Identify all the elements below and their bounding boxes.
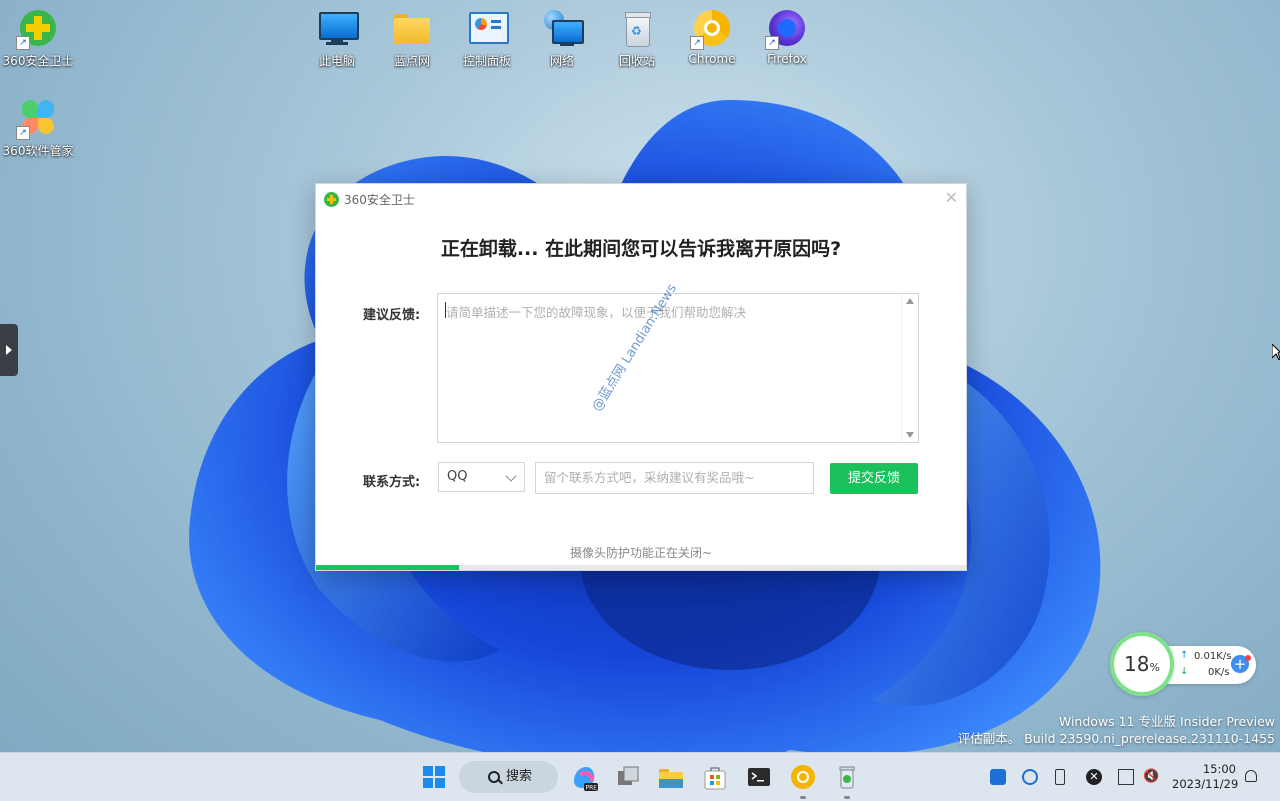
windows-build-watermark: Windows 11 专业版 Insider Preview 评估副本。 Bui… <box>958 713 1275 747</box>
notification-bell-icon[interactable] <box>1245 770 1257 782</box>
desktop-icon-label: 蓝点网 <box>393 54 430 68</box>
memory-percent: 18 <box>1124 652 1150 676</box>
speed-widget[interactable]: ↑ 0.01K/s ↓ 0K/s + 18% <box>1110 632 1260 696</box>
desktop-icon-this-pc[interactable]: 此电脑 <box>300 2 374 69</box>
uninstall-status-text: 摄像头防护功能正在关闭~ <box>569 546 713 560</box>
desktop-icon-label: 360软件管家 <box>2 144 74 158</box>
upload-arrow-icon: ↑ <box>1180 650 1189 661</box>
notification-dot <box>1245 655 1251 661</box>
recycle-bin-icon <box>839 766 855 789</box>
network-icon <box>542 8 584 48</box>
feedback-label: 建议反馈: <box>363 308 421 323</box>
taskbar: 搜索 PRE ✕ 🔇 15:00 2023/11/29 <box>0 752 1280 801</box>
file-explorer-button[interactable] <box>655 761 687 793</box>
task-view-button[interactable] <box>612 761 644 793</box>
contact-type-select[interactable]: QQ <box>438 462 525 492</box>
windows-build: 评估副本。 Build 23590.ni_prerelease.231110-1… <box>957 731 1275 746</box>
close-icon[interactable]: ✕ <box>945 188 958 207</box>
cursor-icon <box>1272 344 1280 360</box>
task-view-icon <box>618 766 639 785</box>
chrome-taskbar-button[interactable] <box>787 761 819 793</box>
desktop-icon-label: 此电脑 <box>318 54 355 68</box>
start-button[interactable] <box>418 761 450 793</box>
download-arrow-icon: ↓ <box>1180 666 1189 677</box>
desktop-icon-360-software-manager[interactable]: ↗ 360软件管家 <box>1 92 75 159</box>
svg-text:PRE: PRE <box>586 785 598 792</box>
recycle-bin-icon: ♻ <box>617 8 657 48</box>
firefox-icon: ↗ <box>765 8 807 50</box>
desktop-icon-recycle-bin[interactable]: ♻ 回收站 <box>600 2 674 69</box>
360-safe-icon: ↗ <box>16 8 58 50</box>
desktop-icon-360-safe[interactable]: ↗ 360安全卫士 <box>1 2 75 69</box>
uninstall-feedback-dialog: 360安全卫士 ✕ 正在卸载... 在此期间您可以告诉我离开原因吗? 建议反馈:… <box>315 183 967 571</box>
chrome-icon <box>791 765 815 789</box>
360-software-manager-icon: ↗ <box>16 98 58 140</box>
contact-label: 联系方式: <box>363 475 421 490</box>
tray-close-icon[interactable]: ✕ <box>1086 769 1102 785</box>
desktop-icon-label: 360安全卫士 <box>2 54 74 68</box>
desktop-icon-network[interactable]: 网络 <box>525 2 599 69</box>
dialog-heading: 正在卸载... 在此期间您可以告诉我离开原因吗? <box>440 238 842 260</box>
tray-sync-icon[interactable] <box>1022 769 1038 785</box>
desktop-icon-label: 回收站 <box>618 54 655 68</box>
running-indicator <box>844 796 850 799</box>
desktop-icon-label: Chrome <box>688 52 736 66</box>
taskbar-search-button[interactable]: 搜索 <box>459 761 558 793</box>
clock-time: 15:00 <box>1202 762 1236 776</box>
uninstaller-taskbar-button[interactable] <box>831 761 863 793</box>
search-label: 搜索 <box>506 769 533 784</box>
uninstall-progress-bar <box>316 565 966 570</box>
contact-input[interactable]: 留个联系方式吧，采纳建议有奖品哦~ <box>535 462 814 494</box>
folder-icon <box>392 8 432 48</box>
dialog-titlebar: 360安全卫士 <box>324 191 415 208</box>
desktop-icon-folder[interactable]: 蓝点网 <box>375 2 449 69</box>
file-explorer-icon <box>659 769 683 788</box>
windows-edition: Windows 11 专业版 Insider Preview <box>1058 714 1275 729</box>
computer-icon <box>317 8 359 48</box>
copilot-icon: PRE <box>574 767 598 792</box>
desktop-icon-firefox[interactable]: ↗ Firefox <box>750 2 824 66</box>
chevron-down-icon <box>505 470 517 482</box>
taskbar-clock[interactable]: 15:00 2023/11/29 <box>1172 762 1239 792</box>
tray-network-icon[interactable] <box>1118 769 1134 785</box>
contact-placeholder: 留个联系方式吧，采纳建议有奖品哦~ <box>544 470 755 485</box>
feedback-textarea[interactable]: 请简单描述一下您的故障现象，以便于我们帮助您解决 <box>437 293 919 443</box>
search-icon <box>488 771 500 783</box>
submit-feedback-button[interactable]: 提交反馈 <box>830 463 918 494</box>
running-indicator <box>800 796 806 799</box>
memory-usage-circle[interactable]: 18% <box>1110 632 1174 696</box>
tray-bluetooth-icon[interactable] <box>990 769 1006 785</box>
desktop-icon-label: 网络 <box>549 54 574 68</box>
desktop-icon-label: Firefox <box>767 52 807 66</box>
dialog-title: 360安全卫士 <box>344 193 415 207</box>
download-speed: 0K/s <box>1208 667 1230 678</box>
scroll-up-arrow-icon[interactable] <box>906 298 914 304</box>
chrome-icon: ↗ <box>690 8 732 50</box>
tray-volume-muted-icon[interactable]: 🔇 <box>1143 769 1159 785</box>
feedback-placeholder: 请简单描述一下您的故障现象，以便于我们帮助您解决 <box>446 305 747 320</box>
windows-logo-icon <box>423 766 445 788</box>
side-panel-handle[interactable] <box>0 324 18 376</box>
360-logo-icon <box>324 192 339 207</box>
desktop-icon-chrome[interactable]: ↗ Chrome <box>675 2 749 66</box>
desktop-icon-control-panel[interactable]: 控制面板 <box>450 2 524 69</box>
copilot-button[interactable]: PRE <box>568 761 600 793</box>
progress-fill <box>316 565 459 570</box>
store-button[interactable] <box>699 761 731 793</box>
control-panel-icon <box>467 8 509 48</box>
textarea-scrollbar[interactable] <box>901 294 918 442</box>
percent-unit: % <box>1149 661 1160 674</box>
contact-type-value: QQ <box>447 469 468 484</box>
scroll-down-arrow-icon[interactable] <box>906 432 914 438</box>
desktop-icon-label: 控制面板 <box>462 54 511 68</box>
terminal-icon <box>748 768 770 786</box>
tray-usb-icon[interactable] <box>1055 769 1065 785</box>
clock-date: 2023/11/29 <box>1172 777 1239 791</box>
upload-speed: 0.01K/s <box>1194 651 1232 662</box>
store-icon <box>704 767 726 790</box>
terminal-button[interactable] <box>743 761 775 793</box>
